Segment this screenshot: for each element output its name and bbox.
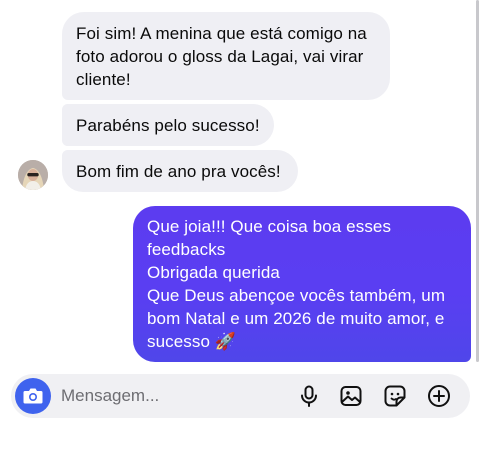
message-line: cliente! (76, 70, 131, 89)
camera-button[interactable] (15, 378, 51, 414)
camera-icon (23, 388, 43, 404)
message-line: Que joia!!! Que coisa boa esses (147, 217, 392, 236)
add-button[interactable] (427, 384, 451, 408)
message-line: bom Natal e um 2026 de muito amor, e (147, 309, 445, 328)
sticker-button[interactable] (383, 384, 407, 408)
message-line: Bom fim de ano pra vocês! (76, 162, 281, 181)
incoming-message[interactable]: Foi sim! A menina que está comigo na fot… (62, 12, 390, 100)
message-line: sucesso 🚀 (147, 332, 237, 351)
add-icon (428, 385, 450, 407)
message-line: Foi sim! A menina que está comigo na (76, 24, 367, 43)
message-line: Parabéns pelo sucesso! (76, 116, 260, 135)
microphone-button[interactable] (297, 384, 321, 408)
contact-avatar[interactable] (18, 160, 48, 190)
message-line: foto adorou o gloss da Lagai, vai virar (76, 47, 364, 66)
outgoing-message[interactable]: Que joia!!! Que coisa boa esses feedback… (133, 206, 471, 362)
gallery-button[interactable] (339, 384, 363, 408)
incoming-message[interactable]: Bom fim de ano pra vocês! (62, 150, 298, 192)
message-composer (11, 374, 470, 418)
chat-screen: Foi sim! A menina que está comigo na fot… (0, 0, 482, 467)
message-line: Obrigada querida (147, 263, 280, 282)
scroll-indicator[interactable] (476, 0, 479, 362)
gallery-icon (340, 386, 362, 406)
message-line: feedbacks (147, 240, 226, 259)
sticker-icon (384, 385, 406, 407)
message-input[interactable] (61, 380, 281, 412)
microphone-icon (301, 385, 317, 407)
avatar-photo (18, 160, 48, 190)
incoming-message[interactable]: Parabéns pelo sucesso! (62, 104, 274, 146)
message-line: Que Deus abençoe vocês também, um (147, 286, 446, 305)
